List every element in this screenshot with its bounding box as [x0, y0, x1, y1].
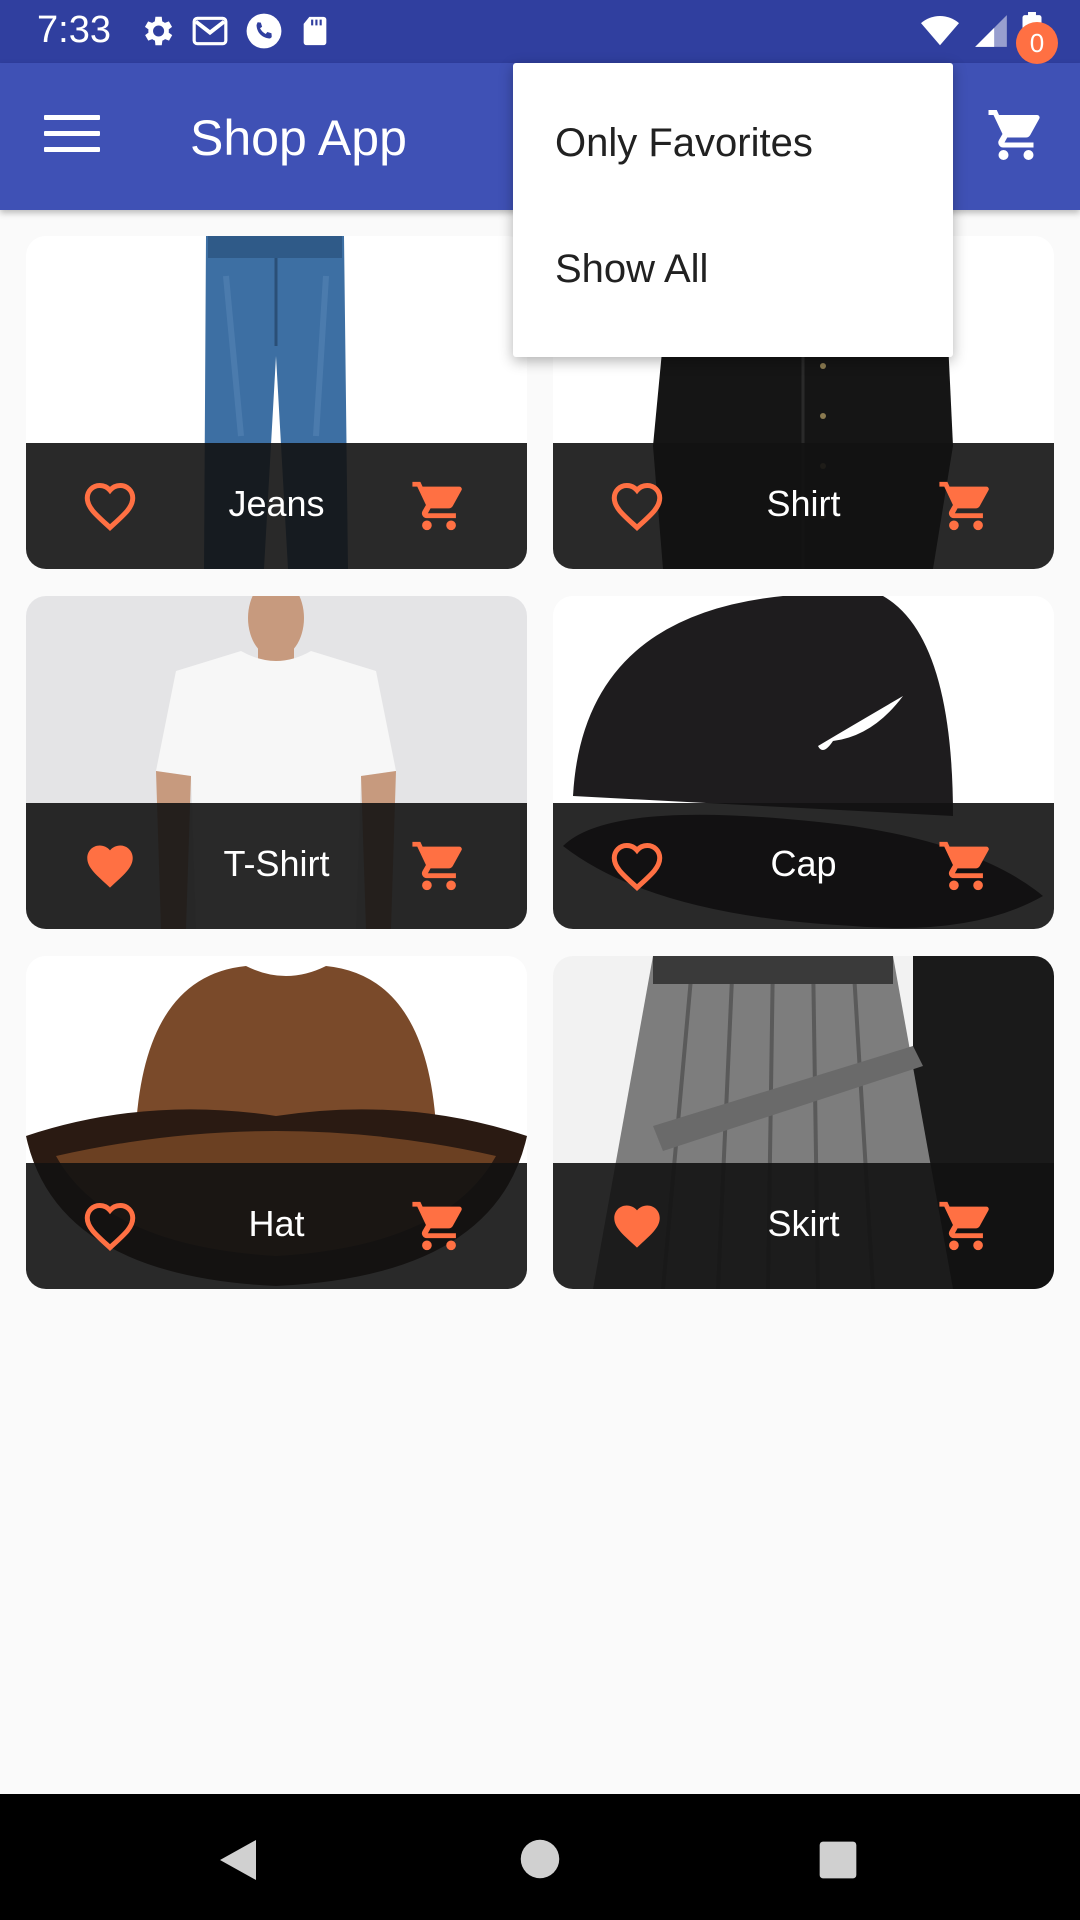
product-footer: Hat — [26, 1163, 527, 1289]
gmail-icon — [192, 16, 228, 46]
page-title: Shop App — [190, 110, 407, 166]
add-to-cart-icon[interactable] — [937, 837, 995, 895]
product-card-cap[interactable]: Cap — [553, 596, 1054, 929]
product-card-skirt[interactable]: Skirt — [553, 956, 1054, 1289]
menu-item-show-all[interactable]: Show All — [555, 247, 708, 292]
home-icon[interactable] — [519, 1838, 561, 1880]
sd-card-icon — [303, 16, 327, 46]
wifi-icon — [921, 15, 959, 46]
filter-popup-menu: Only Favorites Show All — [513, 63, 953, 357]
settings-icon — [144, 16, 173, 46]
status-bar: 7:33 — [0, 0, 1080, 63]
product-card-hat[interactable]: Hat — [26, 956, 527, 1289]
menu-item-only-favorites[interactable]: Only Favorites — [555, 121, 813, 166]
product-footer: Skirt — [553, 1163, 1054, 1289]
back-icon[interactable] — [216, 1836, 260, 1884]
add-to-cart-icon[interactable] — [937, 477, 995, 535]
status-notification-icons — [138, 12, 332, 50]
add-to-cart-icon[interactable] — [937, 1197, 995, 1255]
add-to-cart-icon[interactable] — [410, 837, 468, 895]
product-footer: T-Shirt — [26, 803, 527, 929]
product-card-tshirt[interactable]: T-Shirt — [26, 596, 527, 929]
signal-icon — [975, 15, 1007, 47]
menu-icon[interactable] — [44, 115, 100, 159]
product-footer: Shirt — [553, 443, 1054, 569]
product-footer: Cap — [553, 803, 1054, 929]
status-time: 7:33 — [37, 9, 111, 51]
cart-icon[interactable] — [986, 105, 1046, 165]
system-nav-bar — [0, 1794, 1080, 1920]
recents-icon[interactable] — [818, 1840, 858, 1880]
product-card-jeans[interactable]: Jeans — [26, 236, 527, 569]
add-to-cart-icon[interactable] — [410, 1197, 468, 1255]
cart-badge: 0 — [1016, 22, 1058, 64]
product-footer: Jeans — [26, 443, 527, 569]
phone-icon — [246, 13, 282, 49]
add-to-cart-icon[interactable] — [410, 477, 468, 535]
